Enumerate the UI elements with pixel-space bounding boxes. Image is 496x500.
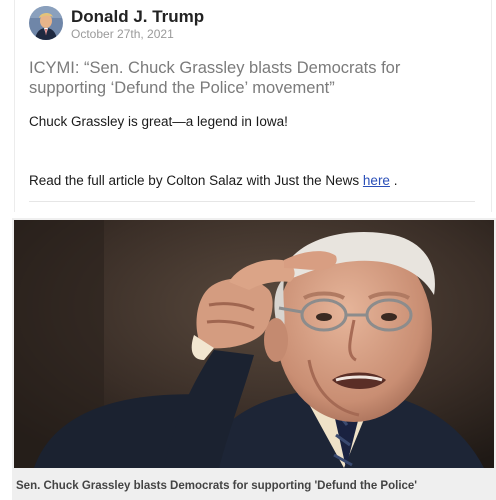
article-link[interactable]: here	[363, 173, 390, 188]
link-preview-card[interactable]: Sen. Chuck Grassley blasts Democrats for…	[12, 218, 496, 500]
read-more-line: Read the full article by Colton Salaz wi…	[29, 173, 397, 188]
read-more-suffix: .	[389, 173, 398, 188]
link-preview-image[interactable]	[14, 220, 494, 468]
author-name[interactable]: Donald J. Trump	[71, 7, 204, 27]
post-body: Chuck Grassley is great—a legend in Iowa…	[29, 114, 288, 129]
author-avatar[interactable]	[29, 6, 63, 40]
post-card: Donald J. Trump October 27th, 2021 ICYMI…	[14, 0, 492, 212]
link-preview-caption[interactable]: Sen. Chuck Grassley blasts Democrats for…	[16, 480, 417, 492]
post-headline: ICYMI: “Sen. Chuck Grassley blasts Democ…	[29, 59, 401, 97]
divider	[29, 201, 475, 202]
avatar-photo-icon	[29, 6, 63, 40]
senator-photo-icon	[14, 220, 494, 468]
post-date[interactable]: October 27th, 2021	[71, 27, 174, 41]
read-more-prefix: Read the full article by Colton Salaz wi…	[29, 173, 363, 188]
